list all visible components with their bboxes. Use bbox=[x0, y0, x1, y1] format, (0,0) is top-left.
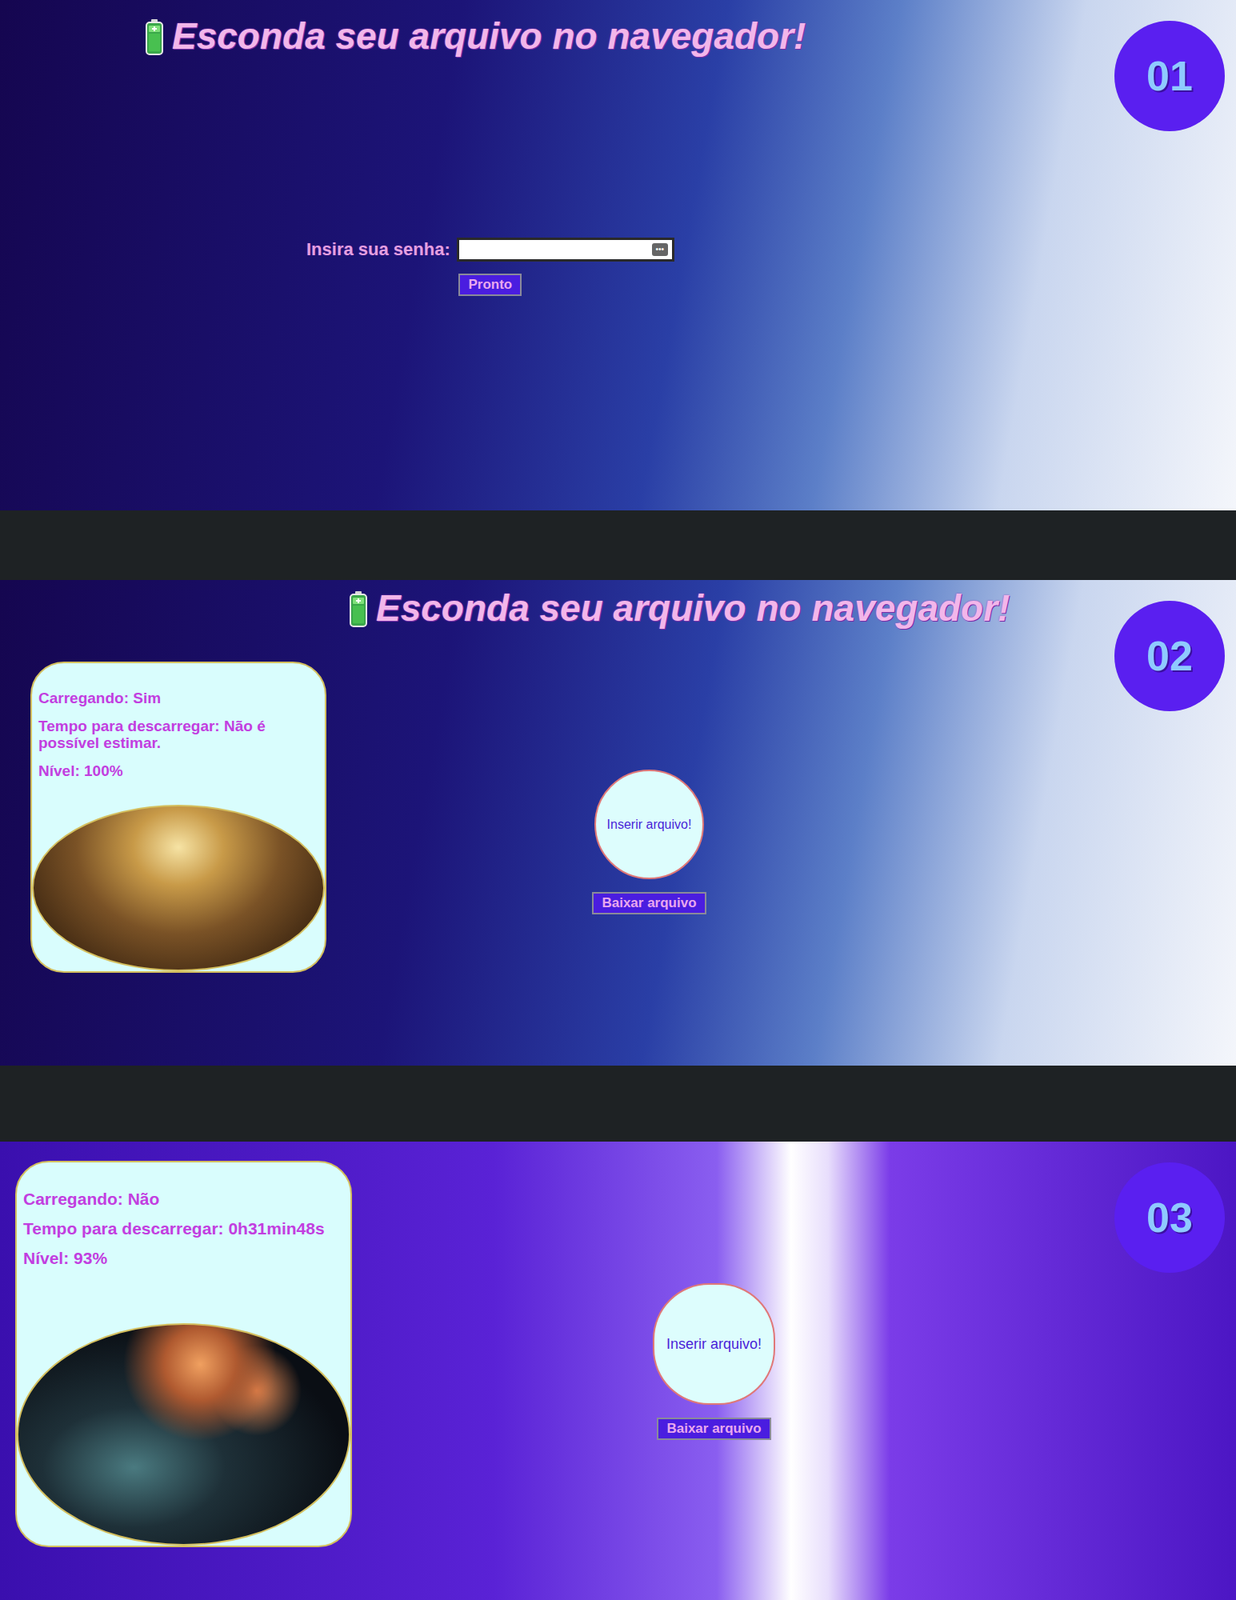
battery-card: Carregando: Não Tempo para descarregar: 0… bbox=[15, 1160, 352, 1548]
step-badge: 02 bbox=[1114, 600, 1225, 712]
step-badge: 03 bbox=[1114, 1162, 1225, 1273]
password-row: Insira sua senha: ••• bbox=[306, 236, 675, 263]
app-body: Carregando: Não Tempo para descarregar: 0… bbox=[0, 1141, 1236, 1548]
page-title: Esconda seu arquivo no navegador! bbox=[172, 14, 806, 59]
page-title: Esconda seu arquivo no navegador! bbox=[376, 586, 1010, 631]
step-badge: 01 bbox=[1114, 20, 1225, 132]
screen-panel: Esconda seu arquivo no navegador! 01 Insir… bbox=[0, 0, 1236, 511]
password-label: Insira sua senha: bbox=[306, 236, 451, 263]
battery-status: Carregando: Sim Tempo para descarregar: N… bbox=[32, 663, 325, 792]
submit-button[interactable]: Pronto bbox=[458, 273, 522, 296]
status-line: Nível: 100% bbox=[38, 763, 319, 780]
app-body: Carregando: Sim Tempo para descarregar: N… bbox=[0, 661, 1236, 973]
status-line: Carregando: Não bbox=[23, 1189, 344, 1208]
lightbulb-photo bbox=[16, 1323, 351, 1546]
battery-status: Carregando: Não Tempo para descarregar: 0… bbox=[16, 1162, 351, 1279]
download-button[interactable]: Baixar arquivo bbox=[592, 892, 706, 915]
screen-panel: 03 Carregando: Não Tempo para descarregar:… bbox=[0, 1141, 1236, 1600]
file-actions: Inserir arquivo! Baixar arquivo bbox=[326, 661, 1236, 915]
password-input[interactable] bbox=[456, 237, 675, 262]
lightbulb-photo bbox=[32, 804, 325, 972]
battery-card: Carregando: Sim Tempo para descarregar: N… bbox=[30, 661, 327, 973]
screen-panel: Esconda seu arquivo no navegador! 02 Carre… bbox=[0, 580, 1236, 1066]
page-header: Esconda seu arquivo no navegador! bbox=[0, 580, 1236, 631]
upload-button[interactable]: Inserir arquivo! bbox=[652, 1283, 776, 1405]
battery-icon bbox=[348, 590, 368, 628]
status-line: Tempo para descarregar: 0h31min48s bbox=[23, 1219, 344, 1238]
status-line: Tempo para descarregar: Não é possível e… bbox=[38, 718, 319, 752]
file-actions: Inserir arquivo! Baixar arquivo bbox=[352, 1160, 1236, 1440]
download-button[interactable]: Baixar arquivo bbox=[656, 1417, 771, 1440]
status-line: Nível: 93% bbox=[23, 1248, 344, 1268]
key-icon[interactable]: ••• bbox=[652, 243, 668, 256]
password-field: ••• bbox=[456, 237, 675, 262]
battery-icon bbox=[144, 18, 164, 56]
upload-button[interactable]: Inserir arquivo! bbox=[594, 769, 704, 880]
status-line: Carregando: Sim bbox=[38, 690, 319, 708]
page-header: Esconda seu arquivo no navegador! bbox=[0, 0, 1236, 59]
login-form: Insira sua senha: ••• Pronto bbox=[306, 236, 675, 296]
